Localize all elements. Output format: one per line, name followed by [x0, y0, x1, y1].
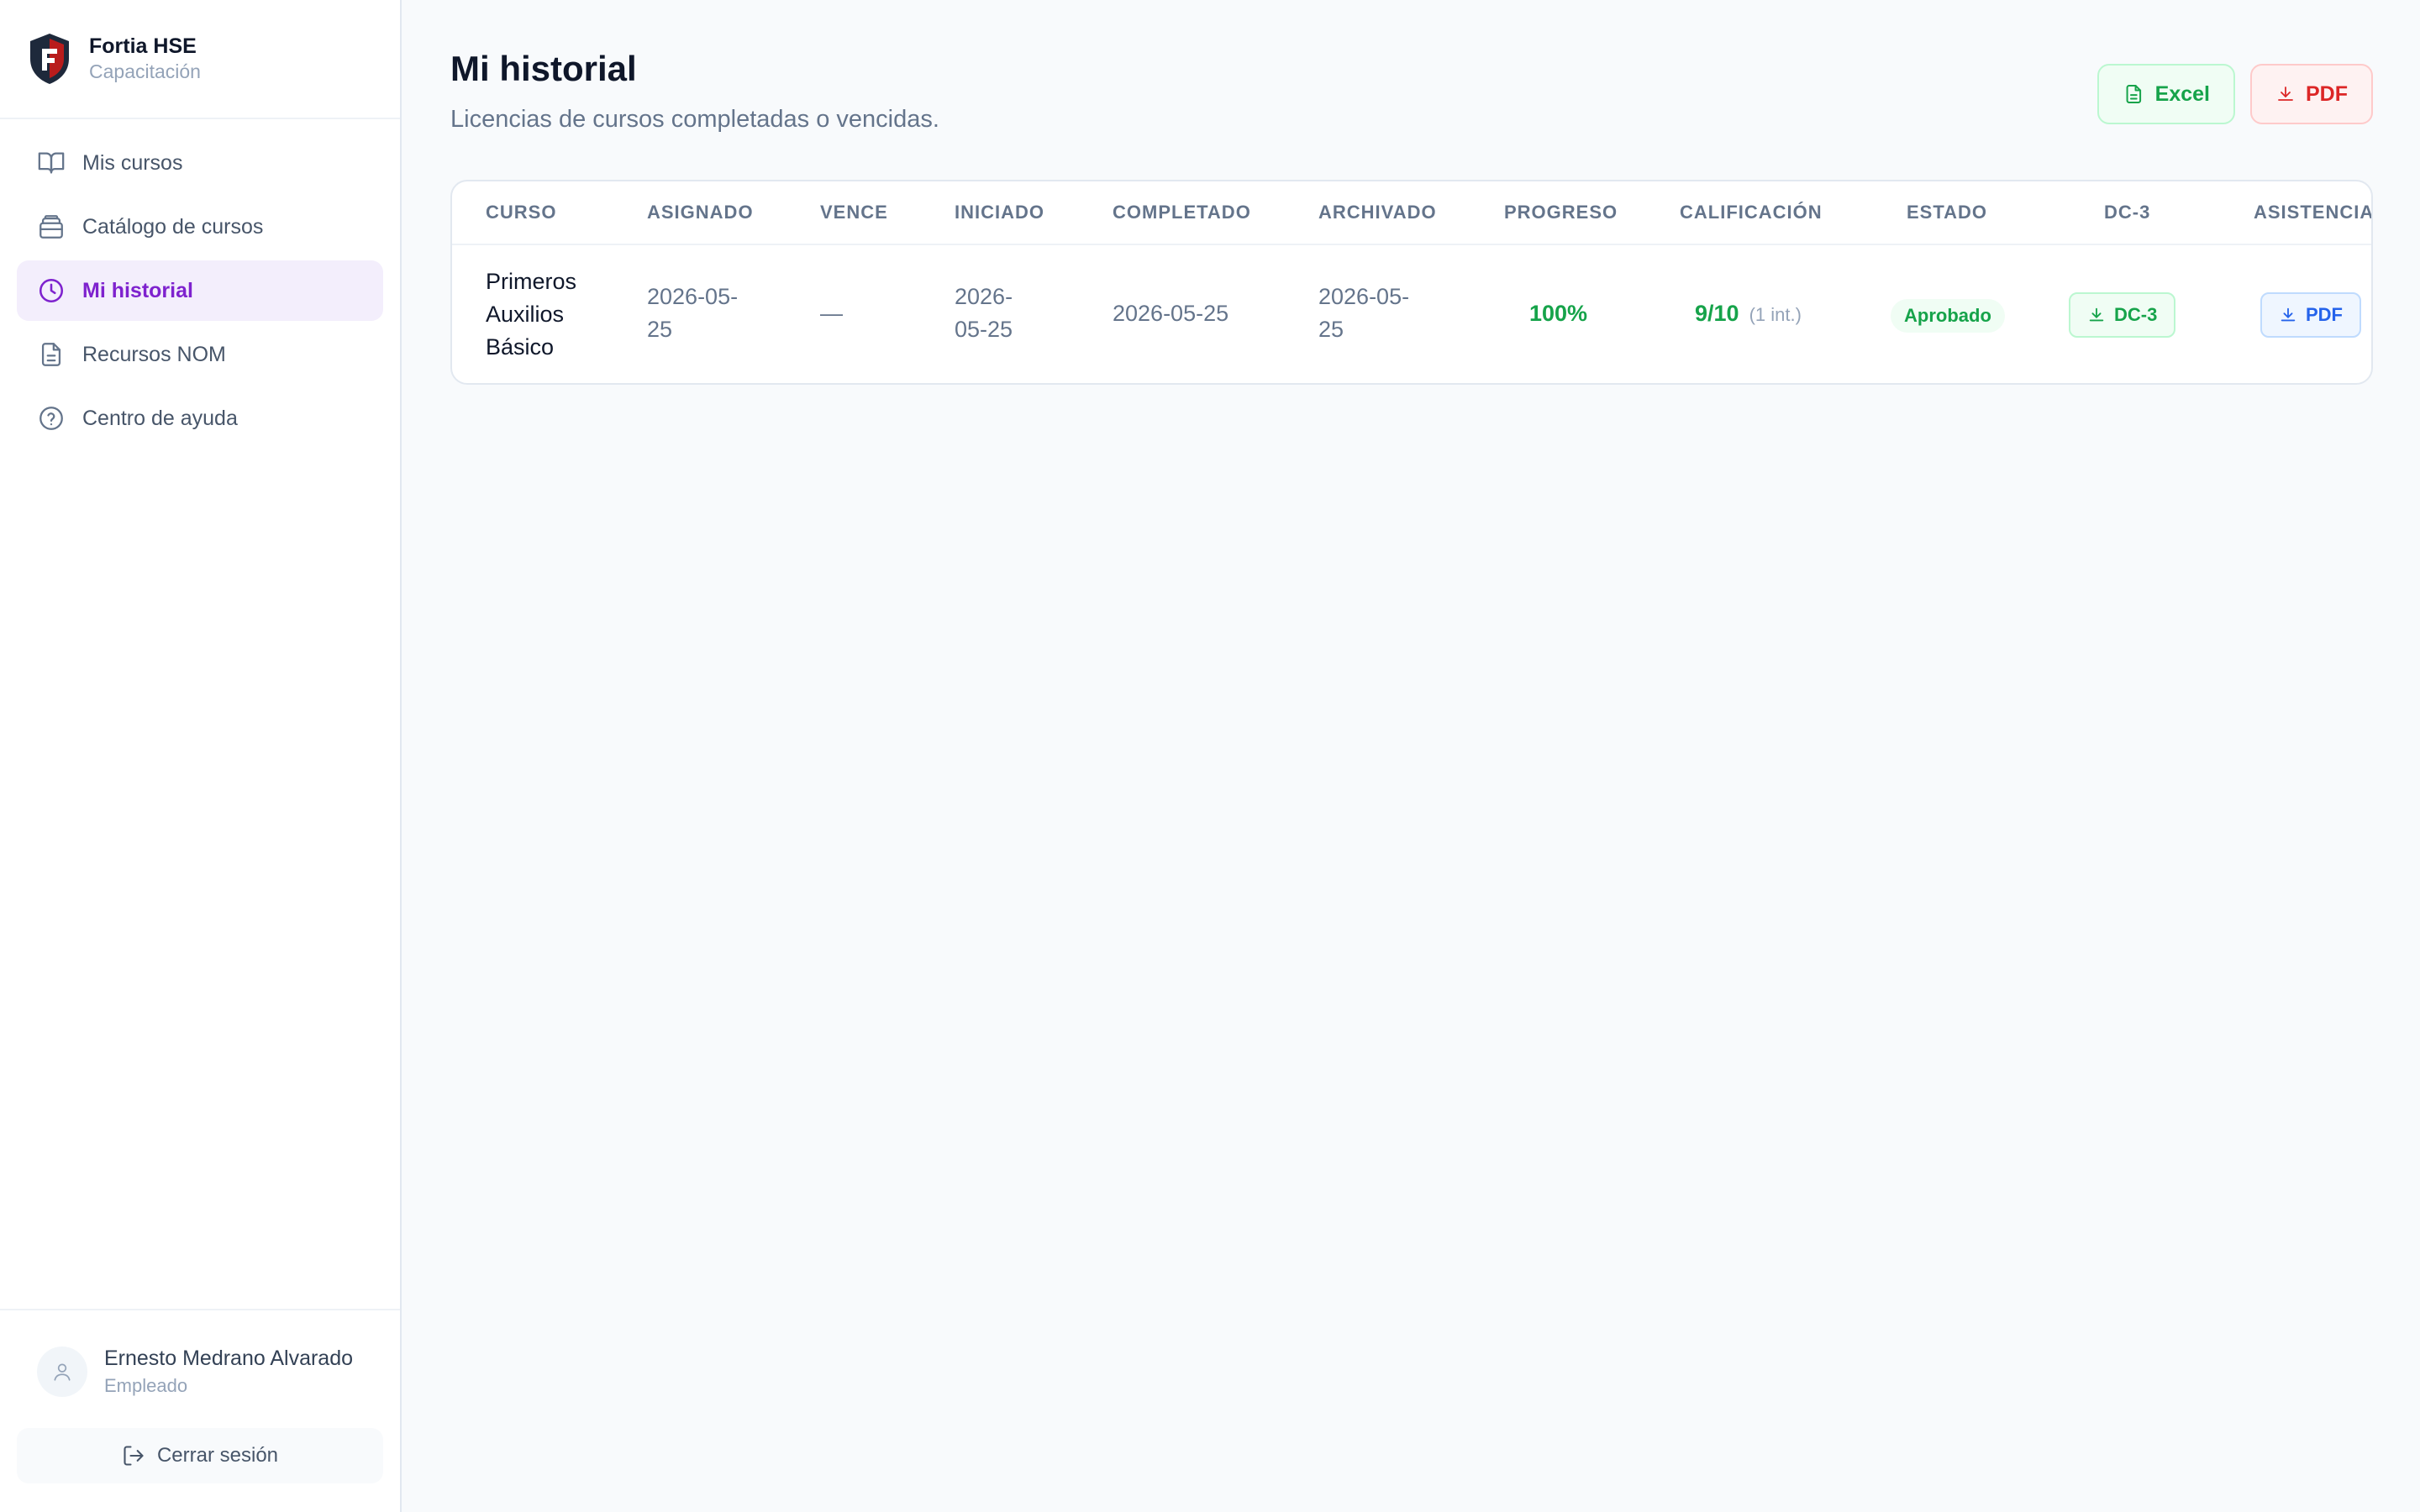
export-pdf-label: PDF — [2306, 81, 2348, 106]
table-header: CURSO ASIGNADO VENCE INICIADO COMPLETADO… — [452, 181, 2371, 245]
column-header-iniciado: INICIADO — [955, 202, 1044, 223]
brand-name: Fortia HSE — [89, 34, 197, 58]
file-text-icon — [41, 343, 61, 366]
column-header-asignado: ASIGNADO — [647, 202, 754, 223]
cell-archived: 2026-05- 25 — [1318, 281, 1409, 346]
file-spreadsheet-icon — [2126, 85, 2142, 103]
user-icon — [54, 1363, 71, 1381]
cell-progress: 100% — [1529, 301, 1588, 326]
column-header-archivado: ARCHIVADO — [1318, 202, 1437, 223]
brand-subtitle: Capacitación — [89, 60, 201, 82]
column-header-curso: CURSO — [486, 202, 557, 223]
column-header-estado: ESTADO — [1907, 202, 1988, 223]
sidebar-item-centro-ayuda[interactable]: Centro de ayuda — [17, 388, 383, 449]
course-name-line: Básico — [486, 334, 555, 360]
date-line: 2026- — [955, 284, 1013, 309]
sidebar-item-mi-historial[interactable]: Mi historial — [17, 260, 383, 321]
cell-course: Primeros Auxilios Básico — [486, 265, 576, 364]
column-header-asistencia: ASISTENCIA — [2254, 202, 2373, 223]
sidebar-item-recursos-nom[interactable]: Recursos NOM — [17, 324, 383, 385]
shield-logo-icon — [30, 34, 69, 84]
column-header-progreso: PROGRESO — [1504, 202, 1618, 223]
download-attendance-pdf-button[interactable]: PDF — [2260, 292, 2361, 338]
grade-value: 9/10 — [1695, 301, 1739, 326]
date-line: 2026-05- — [647, 284, 739, 309]
download-dc3-button[interactable]: DC-3 — [2069, 292, 2176, 338]
download-icon — [2281, 307, 2296, 322]
user-profile: Ernesto Medrano Alvarado Empleado — [17, 1310, 383, 1428]
logout-label: Cerrar sesión — [156, 1444, 279, 1467]
date-line: 25 — [647, 317, 673, 342]
log-out-icon — [124, 1446, 144, 1466]
column-header-calificacion: CALIFICACIÓN — [1680, 202, 1823, 223]
page-subtitle: Licencias de cursos completadas o vencid… — [450, 106, 939, 133]
sidebar-item-mis-cursos[interactable]: Mis cursos — [17, 133, 383, 193]
user-name: Ernesto Medrano Alvarado — [104, 1347, 354, 1370]
book-open-icon — [38, 152, 65, 174]
brand: Fortia HSE Capacitación — [0, 0, 400, 119]
status-badge: Aprobado — [1891, 299, 2005, 333]
sidebar-item-label: Mi historial — [82, 278, 193, 302]
cell-assigned: 2026-05- 25 — [647, 281, 738, 346]
course-name-line: Auxilios — [486, 302, 565, 327]
date-line: 05-25 — [955, 317, 1013, 342]
attendance-pdf-label: PDF — [2306, 304, 2343, 325]
sidebar-item-label: Centro de ayuda — [82, 406, 238, 430]
user-role: Empleado — [104, 1375, 188, 1396]
cell-started: 2026- 05-25 — [955, 281, 1013, 346]
download-icon — [2278, 87, 2293, 101]
column-header-vence: VENCE — [820, 202, 888, 223]
sidebar-nav: Mis cursos Catálogo de cursos Mi histori… — [0, 119, 400, 465]
page-title: Mi historial — [450, 49, 637, 88]
avatar — [37, 1347, 87, 1397]
cell-completed: 2026-05-25 — [1113, 301, 1229, 326]
download-icon — [2089, 307, 2104, 322]
help-circle-icon — [39, 407, 63, 430]
sidebar-item-catalogo[interactable]: Catálogo de cursos — [17, 197, 383, 257]
export-excel-button[interactable]: Excel — [2097, 64, 2235, 124]
logout-button[interactable]: Cerrar sesión — [17, 1428, 383, 1483]
export-actions: Excel PDF — [2097, 64, 2373, 124]
sidebar-item-label: Recursos NOM — [82, 342, 226, 366]
column-header-completado: COMPLETADO — [1113, 202, 1251, 223]
cell-expires: — — [820, 301, 843, 326]
cell-grade: 9/10 (1 int.) — [1695, 297, 1802, 331]
library-icon — [39, 215, 63, 239]
clock-icon — [39, 278, 64, 303]
history-table: CURSO ASIGNADO VENCE INICIADO COMPLETADO… — [450, 180, 2373, 385]
export-pdf-button[interactable]: PDF — [2250, 64, 2373, 124]
course-name-line: Primeros — [486, 269, 577, 294]
column-header-dc3: DC-3 — [2104, 202, 2151, 223]
user-block: Ernesto Medrano Alvarado Empleado Cerrar… — [0, 1309, 400, 1512]
sidebar: Fortia HSE Capacitación Mis cursos Catál… — [0, 0, 402, 1512]
sidebar-item-label: Mis cursos — [82, 150, 183, 175]
grade-attempts: (1 int.) — [1749, 304, 1802, 325]
dc3-label: DC-3 — [2114, 304, 2158, 325]
export-excel-label: Excel — [2154, 81, 2210, 106]
sidebar-item-label: Catálogo de cursos — [82, 214, 264, 239]
date-line: 25 — [1318, 317, 1344, 342]
date-line: 2026-05- — [1318, 284, 1410, 309]
